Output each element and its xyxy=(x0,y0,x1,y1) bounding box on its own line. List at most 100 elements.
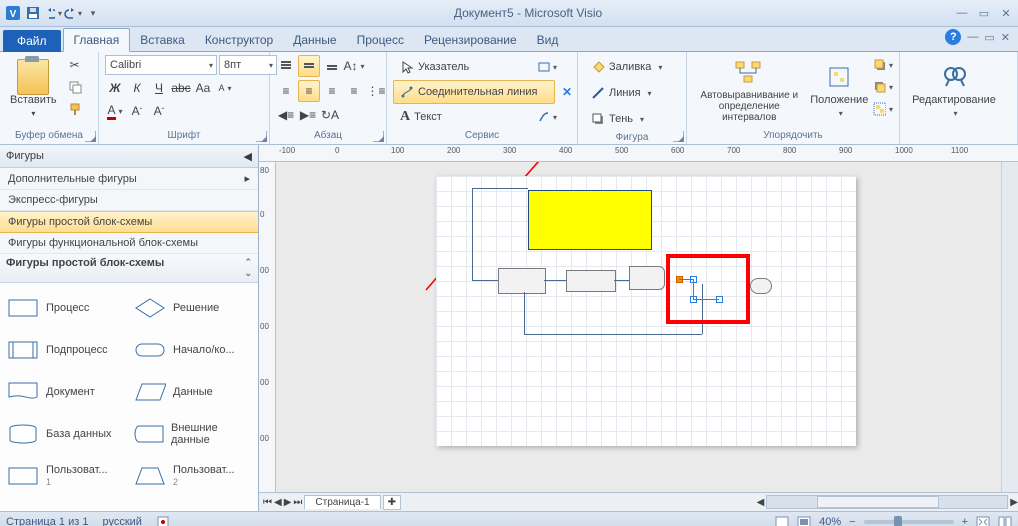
cut-icon[interactable]: ✂ xyxy=(65,55,85,75)
save-icon[interactable] xyxy=(24,4,42,22)
align-left-icon[interactable]: ≡ xyxy=(276,81,296,101)
shape-subprocess[interactable]: Подпроцесс xyxy=(2,329,129,371)
collapse-pane-icon[interactable]: ◀ xyxy=(244,150,252,163)
indent-inc-icon[interactable]: ▶≡ xyxy=(298,105,318,125)
vertical-scrollbar[interactable] xyxy=(1001,162,1018,492)
tab-home[interactable]: Главная xyxy=(63,28,131,52)
tab-file[interactable]: Файл xyxy=(3,30,61,52)
font-launcher[interactable] xyxy=(256,131,267,142)
page-tab-1[interactable]: Страница-1 xyxy=(304,495,380,509)
font-color-icon[interactable]: A xyxy=(105,101,125,121)
paragraph-launcher[interactable] xyxy=(373,131,384,142)
shape-terminator[interactable]: Начало/ко... xyxy=(129,329,256,371)
rotate-text-icon[interactable]: ↻A xyxy=(320,105,340,125)
yellow-rectangle-shape[interactable] xyxy=(528,190,652,250)
group-icon[interactable] xyxy=(873,99,893,119)
horizontal-scrollbar[interactable] xyxy=(766,495,1008,509)
page-nav-last-icon[interactable]: ⏭ xyxy=(293,497,302,508)
bold-icon[interactable]: Ж xyxy=(105,78,125,98)
rect-tool-icon[interactable] xyxy=(537,57,557,77)
font-size-combo[interactable]: 8пт xyxy=(219,55,277,75)
stencil-scroll-icon[interactable]: ⌃⌄ xyxy=(244,257,252,279)
terminator-shape[interactable] xyxy=(750,278,772,294)
text-tool[interactable]: AТекст xyxy=(393,105,535,129)
format-painter-icon[interactable] xyxy=(65,99,85,119)
shadow-button[interactable]: Тень xyxy=(584,107,651,131)
zoom-in-icon[interactable]: + xyxy=(962,516,968,526)
tab-insert[interactable]: Вставка xyxy=(130,29,195,51)
minimize-button[interactable]: — xyxy=(954,7,970,20)
shape-custom2[interactable]: Пользоват...2 xyxy=(129,455,256,497)
redo-icon[interactable] xyxy=(64,4,82,22)
font-name-combo[interactable]: Calibri xyxy=(105,55,217,75)
font-shrink-icon[interactable]: Aˇ xyxy=(127,101,147,121)
pointer-tool[interactable]: Указатель xyxy=(393,55,535,79)
undo-icon[interactable] xyxy=(44,4,62,22)
macro-icon[interactable] xyxy=(156,515,170,526)
bring-front-icon[interactable] xyxy=(873,55,893,75)
orientation-icon[interactable]: A↕ xyxy=(344,56,364,76)
clipboard-launcher[interactable] xyxy=(85,131,96,142)
restore-window-icon[interactable]: ▭ xyxy=(984,31,994,44)
maximize-button[interactable]: ▭ xyxy=(976,7,992,20)
tab-data[interactable]: Данные xyxy=(283,29,346,51)
close-doc-icon[interactable]: ✕ xyxy=(1001,31,1010,44)
tab-view[interactable]: Вид xyxy=(527,29,569,51)
ink-tool-icon[interactable] xyxy=(537,107,557,127)
strike-icon[interactable]: abc xyxy=(171,78,191,98)
fill-button[interactable]: Заливка xyxy=(584,55,669,79)
app-icon[interactable]: V xyxy=(4,4,22,22)
connection-point-icon[interactable]: ✕ xyxy=(557,82,577,102)
shape-decision[interactable]: Решение xyxy=(129,287,256,329)
express-shapes-item[interactable]: Экспресс-фигуры xyxy=(0,190,258,211)
fit-page-icon[interactable] xyxy=(976,516,990,526)
shape-custom1[interactable]: Пользоват...1 xyxy=(2,455,129,497)
qat-customize-icon[interactable]: ▾ xyxy=(84,4,102,22)
shape-database[interactable]: База данных xyxy=(2,413,129,455)
zoom-out-icon[interactable]: − xyxy=(849,516,855,526)
position-button[interactable]: Положение xyxy=(810,55,870,125)
page-nav-first-icon[interactable]: ⏮ xyxy=(263,497,272,508)
minimize-ribbon-icon[interactable]: — xyxy=(967,31,978,43)
pan-zoom-icon[interactable] xyxy=(998,516,1012,526)
hscroll-right-icon[interactable]: ▶ xyxy=(1010,497,1018,508)
auto-align-button[interactable]: Автовыравнивание и определение интервало… xyxy=(693,55,806,125)
more-shapes-item[interactable]: Дополнительные фигуры▸ xyxy=(0,168,258,190)
flowchart-box-1[interactable] xyxy=(498,268,546,294)
zoom-slider[interactable] xyxy=(864,520,954,524)
close-button[interactable]: ✕ xyxy=(998,7,1014,20)
zoom-level[interactable]: 40% xyxy=(819,516,841,526)
tab-review[interactable]: Рецензирование xyxy=(414,29,527,51)
page-nav-prev-icon[interactable]: ◀ xyxy=(274,497,282,508)
shape-external[interactable]: Внешние данные xyxy=(129,413,256,455)
underline-icon[interactable]: Ч xyxy=(149,78,169,98)
align-justify-icon[interactable]: ≡ xyxy=(344,81,364,101)
editing-button[interactable]: Редактирование xyxy=(906,55,1002,125)
italic-icon[interactable]: К xyxy=(127,78,147,98)
line-button[interactable]: Линия xyxy=(584,81,659,105)
drawing-page[interactable] xyxy=(436,176,856,446)
view-normal-icon[interactable] xyxy=(775,516,789,526)
send-back-icon[interactable] xyxy=(873,77,893,97)
bullets-icon[interactable]: ⋮≡ xyxy=(366,81,386,101)
flowchart-box-3[interactable] xyxy=(629,266,665,290)
align-center-icon[interactable]: ≡ xyxy=(298,80,320,102)
align-right-icon[interactable]: ≡ xyxy=(322,81,342,101)
functional-flowchart-item[interactable]: Фигуры функциональной блок-схемы xyxy=(0,233,258,254)
case-icon[interactable]: Aa xyxy=(193,78,213,98)
add-page-icon[interactable]: ✚ xyxy=(383,495,401,510)
connector-tool[interactable]: Соединительная линия xyxy=(393,80,555,104)
flowchart-box-2[interactable] xyxy=(566,270,616,292)
shape-document[interactable]: Документ xyxy=(2,371,129,413)
figure-launcher[interactable] xyxy=(673,131,684,142)
page-nav-next-icon[interactable]: ▶ xyxy=(284,497,292,508)
align-top-icon[interactable] xyxy=(276,56,296,76)
align-middle-icon[interactable] xyxy=(298,55,320,77)
copy-icon[interactable] xyxy=(65,77,85,97)
tab-design[interactable]: Конструктор xyxy=(195,29,283,51)
align-bottom-icon[interactable] xyxy=(322,56,342,76)
hscroll-left-icon[interactable]: ◀ xyxy=(757,497,765,508)
indent-dec-icon[interactable]: ◀≡ xyxy=(276,105,296,125)
tab-process[interactable]: Процесс xyxy=(347,29,414,51)
canvas[interactable] xyxy=(276,162,1001,492)
